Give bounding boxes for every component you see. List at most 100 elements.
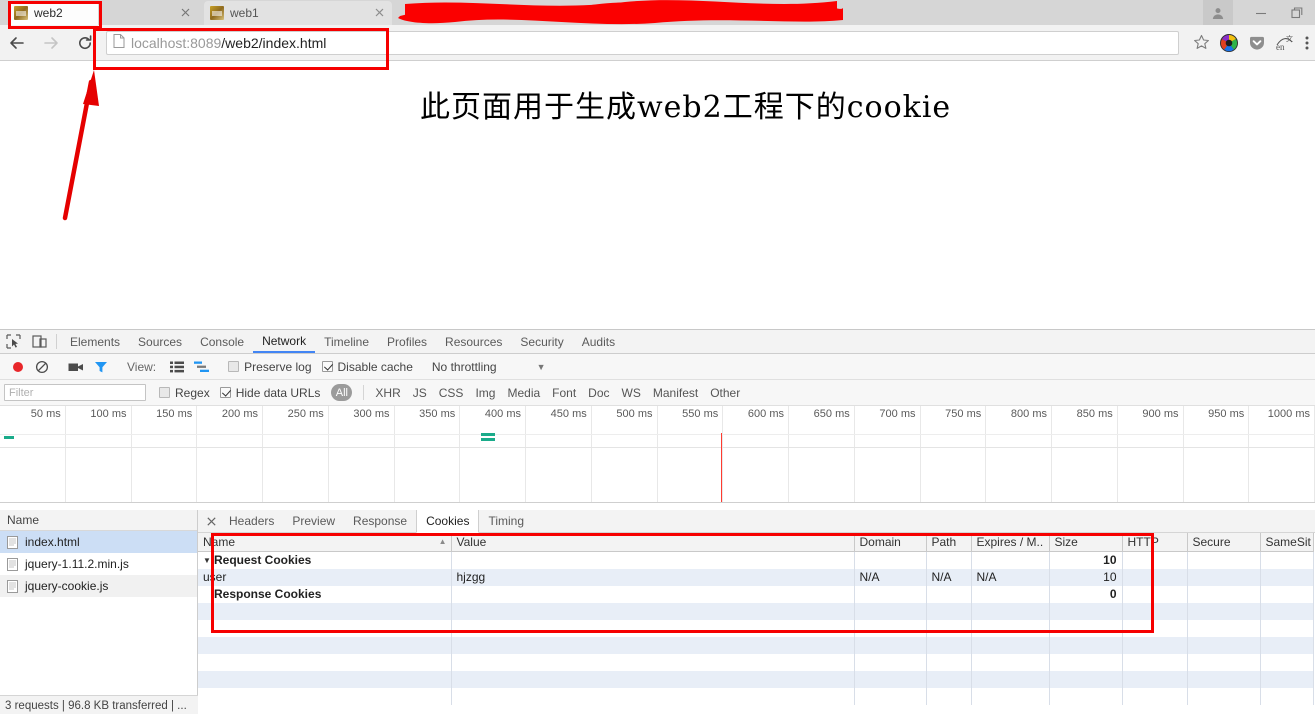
devtools-tab-profiles[interactable]: Profiles [378, 330, 436, 353]
filter-type-xhr[interactable]: XHR [369, 386, 406, 400]
regex-checkbox[interactable]: Regex [154, 380, 215, 406]
profile-icon[interactable] [1203, 0, 1233, 25]
pocket-extension-icon[interactable] [1243, 25, 1271, 61]
disable-cache-checkbox[interactable]: Disable cache [317, 354, 418, 380]
funnel-filter-icon[interactable] [89, 354, 113, 380]
device-toolbar-icon[interactable] [26, 330, 52, 353]
expand-triangle-icon[interactable]: ▼ [203, 556, 212, 565]
request-row-jquery-cookie[interactable]: jquery-cookie.js [0, 575, 197, 597]
inspect-element-icon[interactable] [0, 330, 26, 353]
detail-tab-response[interactable]: Response [344, 510, 416, 532]
dom-content-loaded-marker [4, 436, 14, 439]
network-overview-timeline[interactable]: 50 ms 100 ms 150 ms 200 ms 250 ms 300 ms 350 m… [0, 406, 1315, 503]
column-header-samesite[interactable]: SameSit [1260, 533, 1314, 552]
timeline-tick-label: 350 ms [419, 408, 456, 420]
cookie-expires [971, 585, 1050, 603]
list-view-icon[interactable] [165, 354, 189, 380]
clear-icon[interactable] [30, 354, 54, 380]
column-header-http[interactable]: HTTP [1122, 533, 1188, 552]
bookmark-star-icon[interactable] [1187, 25, 1215, 61]
filter-type-media[interactable]: Media [501, 386, 546, 400]
devtools-tab-console[interactable]: Console [191, 330, 253, 353]
close-icon[interactable] [202, 510, 220, 532]
column-header-size[interactable]: Size [1049, 533, 1123, 552]
filter-type-doc[interactable]: Doc [582, 386, 615, 400]
column-header-path[interactable]: Path [926, 533, 972, 552]
filter-input[interactable] [4, 384, 146, 401]
reload-icon[interactable] [68, 25, 102, 61]
detail-tab-preview[interactable]: Preview [283, 510, 344, 532]
devtools-tab-timeline[interactable]: Timeline [315, 330, 378, 353]
sort-ascending-icon: ▲ [438, 537, 447, 546]
checkbox-box [321, 361, 333, 372]
devtools-tab-elements[interactable]: Elements [61, 330, 129, 353]
colorful-orb-extension-icon[interactable] [1215, 25, 1243, 61]
timeline-tick: 550 ms [658, 406, 724, 502]
waterfall-view-icon[interactable] [189, 354, 214, 380]
filter-type-manifest[interactable]: Manifest [647, 386, 704, 400]
hide-data-urls-checkbox[interactable]: Hide data URLs [215, 380, 326, 406]
restore-button[interactable] [1279, 0, 1315, 25]
column-header-secure[interactable]: Secure [1187, 533, 1261, 552]
browser-tab-web1[interactable]: web1 [204, 1, 392, 25]
camera-icon[interactable] [63, 354, 89, 380]
cookie-path [926, 585, 972, 603]
minimize-button[interactable] [1243, 0, 1279, 25]
devtools-tab-sources[interactable]: Sources [129, 330, 191, 353]
filter-type-all[interactable]: All [331, 384, 353, 401]
filter-type-img[interactable]: Img [469, 386, 501, 400]
column-header-value[interactable]: Value [451, 533, 855, 552]
table-row[interactable]: ▼ Request Cookies 10 [198, 551, 1314, 569]
menu-icon[interactable] [1299, 25, 1315, 61]
detail-tab-cookies[interactable]: Cookies [416, 510, 480, 533]
devtools-tab-security[interactable]: Security [511, 330, 572, 353]
preserve-log-checkbox[interactable]: Preserve log [223, 354, 316, 380]
table-row [198, 636, 1314, 654]
checkbox-box [219, 387, 231, 398]
close-icon[interactable] [180, 7, 191, 18]
dom-content-loaded-marker [481, 438, 495, 441]
devtools-tab-audits[interactable]: Audits [573, 330, 624, 353]
record-button-icon[interactable] [6, 354, 30, 380]
request-row-jquery-min[interactable]: jquery-1.11.2.min.js [0, 553, 197, 575]
preserve-log-label: Preserve log [244, 359, 312, 374]
address-bar-path: /web2/index.html [221, 34, 327, 51]
detail-tab-headers[interactable]: Headers [220, 510, 283, 532]
filter-type-css[interactable]: CSS [433, 386, 470, 400]
filter-type-js[interactable]: JS [407, 386, 433, 400]
document-icon [7, 535, 18, 549]
translate-extension-icon[interactable]: en 文 [1271, 25, 1299, 61]
timeline-tick: 500 ms [592, 406, 658, 502]
close-icon[interactable] [374, 7, 385, 18]
table-row[interactable]: Response Cookies 0 [198, 585, 1314, 603]
cookie-samesite [1260, 551, 1314, 569]
table-row [198, 619, 1314, 637]
filter-type-ws[interactable]: WS [616, 386, 647, 400]
requests-column-header[interactable]: Name [0, 510, 197, 531]
java-coffee-icon [210, 6, 224, 20]
column-header-expires[interactable]: Expires / M.. [971, 533, 1050, 552]
request-row-index-html[interactable]: index.html [0, 531, 197, 553]
cookie-group-request: ▼ Request Cookies [198, 551, 452, 569]
cookie-domain [854, 551, 927, 569]
back-arrow-icon[interactable] [0, 25, 34, 61]
address-bar[interactable]: localhost:8089/web2/index.html [106, 30, 1179, 55]
browser-tab-web2[interactable]: web2 [8, 1, 98, 25]
browser-tab-title: web2 [34, 6, 63, 20]
throttling-dropdown[interactable]: No throttling ▼ [427, 354, 551, 380]
devtools-tab-network[interactable]: Network [253, 330, 316, 353]
table-row[interactable]: user hjzgg N/A N/A N/A 10 [198, 568, 1314, 586]
timeline-tick-label: 400 ms [484, 408, 521, 420]
timeline-tick: 750 ms [921, 406, 987, 502]
divider [363, 385, 365, 400]
filter-type-font[interactable]: Font [546, 386, 582, 400]
network-status-bar: 3 requests | 96.8 KB transferred | ... [0, 695, 198, 714]
timeline-tick: 300 ms [329, 406, 395, 502]
column-header-domain[interactable]: Domain [854, 533, 927, 552]
detail-tab-timing[interactable]: Timing [479, 510, 533, 532]
requests-pane: Name index.html jquery-1.11.2.min.js jqu… [0, 510, 198, 714]
timeline-tick-label: 200 ms [221, 408, 258, 420]
devtools-tab-resources[interactable]: Resources [436, 330, 511, 353]
column-header-name[interactable]: Name ▲ [198, 533, 452, 552]
filter-type-other[interactable]: Other [704, 386, 746, 400]
